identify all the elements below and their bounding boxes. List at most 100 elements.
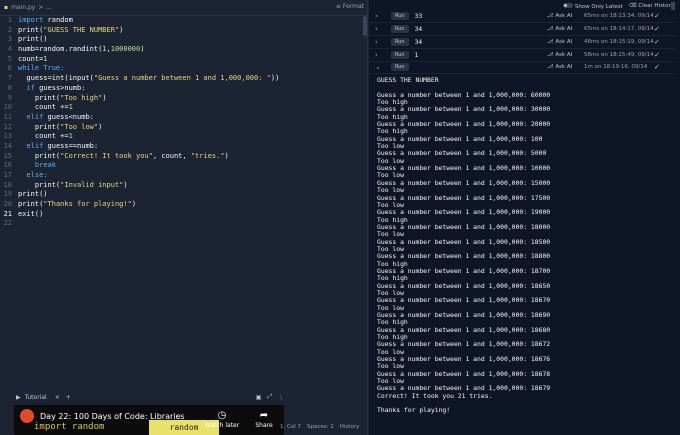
format-icon: ≡ bbox=[335, 3, 341, 10]
cursor-position: 1, Col 7 bbox=[280, 424, 301, 430]
code-line[interactable]: 10 count +=1 bbox=[0, 103, 367, 113]
more-icon[interactable]: ⋮ bbox=[278, 394, 284, 401]
code-text: exit() bbox=[18, 209, 44, 218]
code-text: print("Too high") bbox=[18, 93, 107, 102]
breadcrumb: > ... bbox=[38, 4, 51, 11]
chevron-icon[interactable]: › bbox=[375, 38, 385, 46]
watch-later-label: Watch later bbox=[204, 422, 240, 429]
code-line[interactable]: 13 count +=1 bbox=[0, 132, 367, 142]
code-line[interactable]: 21 exit() bbox=[0, 209, 367, 220]
code-line[interactable]: 11 elif guess<numb: bbox=[0, 112, 367, 123]
run-history-row[interactable]: › Run 34 ⎇ Ask AI 65ms on 18:14:17, 09/14 ✓ bbox=[369, 23, 675, 36]
code-line[interactable]: 12 print("Too low") bbox=[0, 123, 367, 133]
history-button[interactable]: History bbox=[340, 424, 360, 430]
run-timestamp: 65ms on 18:14:17, 09/14 bbox=[584, 26, 654, 32]
layout-icon[interactable]: ▣ bbox=[256, 394, 262, 401]
ask-ai-button[interactable]: ⎇ Ask AI bbox=[547, 64, 572, 70]
line-number: 18 bbox=[3, 180, 12, 189]
code-text: while True: bbox=[18, 64, 65, 73]
code-line[interactable]: 18 print("Invalid input") bbox=[0, 180, 367, 191]
console-pane: Show Only Latest ⌫ Clear History › Run 33 ⎇… bbox=[369, 0, 680, 435]
code-text: elif guess==numb: bbox=[26, 141, 99, 150]
close-tab-icon[interactable]: × bbox=[55, 394, 60, 401]
ai-icon: ⎇ bbox=[547, 64, 554, 70]
tutorial-video[interactable]: import random Day 22: 100 Days of Code: … bbox=[14, 405, 284, 435]
code-line[interactable]: 2 print("GUESS THE NUMBER") bbox=[0, 25, 367, 36]
check-icon: ✓ bbox=[654, 51, 660, 59]
code-text: elif guess<numb: bbox=[26, 112, 94, 121]
console-output: GUESS THE NUMBER Guess a number between … bbox=[377, 76, 551, 415]
editor-scrollbar[interactable] bbox=[363, 16, 367, 36]
code-line[interactable]: 5 count=1 bbox=[0, 54, 367, 65]
code-line[interactable]: 20 print("Thanks for playing!") bbox=[0, 200, 367, 210]
line-number: 4 bbox=[7, 45, 12, 54]
indent-setting[interactable]: Spaces: 2 bbox=[307, 424, 334, 430]
code-text: count=1 bbox=[18, 54, 48, 63]
ask-ai-label: Ask AI bbox=[555, 26, 573, 32]
chevron-icon[interactable]: › bbox=[375, 25, 385, 33]
add-tab-icon[interactable]: + bbox=[66, 394, 71, 401]
expand-icon[interactable]: ⤢ bbox=[267, 393, 272, 401]
run-input-value: 1 bbox=[414, 51, 419, 59]
code-area[interactable]: 1 import random 2 print("GUESS THE NUMBER")… bbox=[0, 16, 367, 229]
code-line[interactable]: 16 break bbox=[0, 161, 367, 171]
chevron-icon[interactable]: › bbox=[375, 12, 385, 20]
code-line[interactable]: 1 import random bbox=[0, 16, 367, 26]
line-number: 10 bbox=[3, 103, 12, 112]
clock-icon: ◷ bbox=[217, 410, 227, 421]
code-line[interactable]: 19 print() bbox=[0, 190, 367, 200]
run-history-row[interactable]: › Run 33 ⎇ Ask AI 65ms on 18:13:34, 09/14 ✓ bbox=[369, 10, 675, 23]
thumbnail-code: import random bbox=[34, 422, 105, 432]
watch-later-button[interactable]: ◷ Watch later bbox=[202, 410, 242, 429]
ask-ai-label: Ask AI bbox=[555, 52, 573, 58]
run-tag: Run bbox=[391, 25, 409, 33]
code-text: print("GUESS THE NUMBER") bbox=[18, 25, 124, 34]
format-label: Format bbox=[342, 3, 364, 10]
code-line[interactable]: 4 numb=random.randint(1,1000000) bbox=[0, 45, 367, 55]
ask-ai-label: Ask AI bbox=[555, 39, 573, 45]
run-history-row[interactable]: ⌄ Run ⎇ Ask AI 1m on 18:19:16, 09/14 ✓ bbox=[369, 61, 675, 74]
check-icon: ✓ bbox=[654, 25, 660, 33]
code-line[interactable]: 14 elif guess==numb: bbox=[0, 141, 367, 152]
tutorial-tab[interactable]: Tutorial bbox=[25, 394, 47, 401]
code-line[interactable]: 7 guess=int(input("Guess a number betwee… bbox=[0, 74, 367, 84]
run-timestamp: 58ms on 18:15:49, 09/14 bbox=[584, 52, 654, 58]
ai-icon: ⎇ bbox=[547, 52, 554, 58]
ask-ai-button[interactable]: ⎇ Ask AI bbox=[547, 26, 572, 32]
play-icon: ▶ bbox=[16, 393, 21, 401]
code-text: else: bbox=[26, 171, 48, 179]
ask-ai-button[interactable]: ⎇ Ask AI bbox=[547, 52, 572, 58]
code-line[interactable]: 22 bbox=[0, 219, 367, 229]
ask-ai-button[interactable]: ⎇ Ask AI bbox=[547, 39, 572, 45]
code-line[interactable]: 3 print() bbox=[0, 35, 367, 45]
line-number: 13 bbox=[3, 132, 12, 141]
line-number: 9 bbox=[7, 93, 12, 102]
file-name: main.py bbox=[11, 4, 36, 11]
ask-ai-label: Ask AI bbox=[555, 64, 573, 70]
share-button[interactable]: ➦ Share bbox=[244, 410, 284, 429]
check-icon: ✓ bbox=[654, 38, 660, 46]
show-only-latest-toggle[interactable]: Show Only Latest bbox=[562, 2, 623, 10]
file-tab[interactable]: ▪ main.py > ... bbox=[4, 4, 51, 11]
clear-history-button[interactable]: ⌫ Clear History bbox=[629, 3, 674, 9]
code-line[interactable]: 17 else: bbox=[0, 171, 367, 181]
code-line[interactable]: 9 print("Too high") bbox=[0, 93, 367, 104]
tutorial-tab-bar: ▶ Tutorial × + ▣ ⤢ ⋮ bbox=[0, 390, 367, 404]
trash-icon: ⌫ bbox=[628, 3, 639, 9]
run-tag: Run bbox=[391, 38, 409, 46]
format-button[interactable]: ≡ Format bbox=[336, 3, 364, 10]
console-scrollbar[interactable] bbox=[671, 2, 675, 10]
run-history-row[interactable]: › Run 34 ⎇ Ask AI 48ms on 18:15:19, 09/14 ✓ bbox=[369, 36, 675, 49]
line-number: 22 bbox=[3, 219, 12, 228]
code-line[interactable]: 8 if guess>numb: bbox=[0, 84, 367, 94]
chevron-icon[interactable]: ⌄ bbox=[375, 63, 385, 71]
code-text: count +=1 bbox=[18, 132, 73, 141]
code-text: print() bbox=[18, 190, 48, 199]
line-number: 15 bbox=[3, 151, 12, 160]
ask-ai-button[interactable]: ⎇ Ask AI bbox=[547, 13, 572, 19]
code-line[interactable]: 6 while True: bbox=[0, 64, 367, 74]
ai-icon: ⎇ bbox=[547, 26, 554, 32]
chevron-icon[interactable]: › bbox=[375, 51, 385, 59]
code-line[interactable]: 15 print("Correct! It took you", count, … bbox=[0, 151, 367, 162]
check-icon: ✓ bbox=[654, 63, 660, 71]
